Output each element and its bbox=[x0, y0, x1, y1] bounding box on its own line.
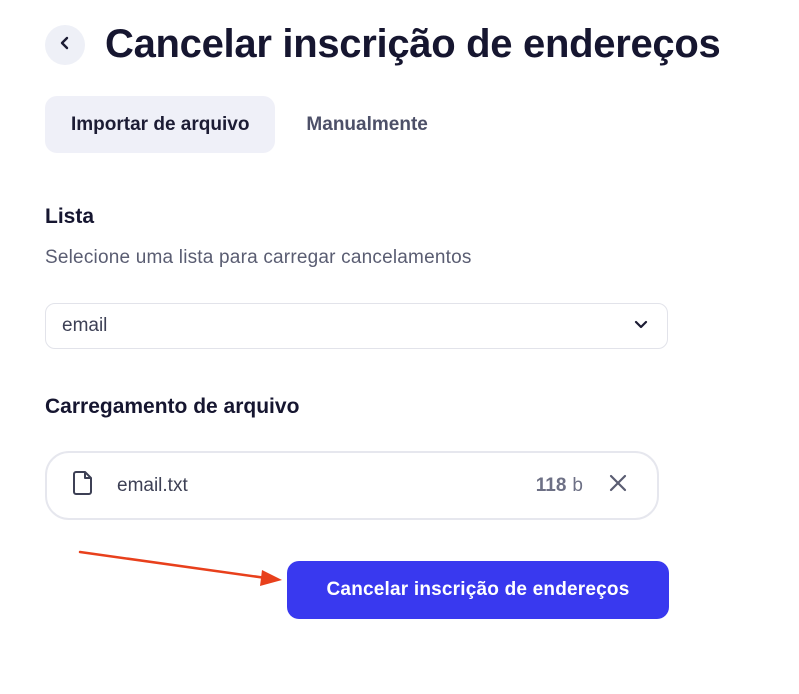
file-name: email.txt bbox=[117, 474, 188, 496]
back-button[interactable] bbox=[45, 25, 85, 65]
upload-section-title: Carregamento de arquivo bbox=[45, 395, 300, 418]
list-section-description: Selecione uma lista para carregar cancel… bbox=[45, 247, 472, 268]
chevron-down-icon bbox=[633, 316, 649, 337]
file-size-unit: b bbox=[572, 474, 583, 496]
remove-file-button[interactable] bbox=[603, 471, 633, 501]
uploaded-file-card: email.txt 118 b bbox=[45, 451, 659, 520]
tab-import-file[interactable]: Importar de arquivo bbox=[45, 96, 276, 153]
tab-manual[interactable]: Manualmente bbox=[280, 96, 453, 153]
list-select-value: email bbox=[62, 315, 108, 336]
chevron-left-icon bbox=[58, 36, 72, 55]
file-icon bbox=[71, 470, 95, 501]
unsubscribe-addresses-button[interactable]: Cancelar inscrição de endereços bbox=[287, 561, 669, 619]
tab-bar: Importar de arquivo Manualmente bbox=[45, 96, 454, 153]
file-size: 118 b bbox=[536, 475, 583, 497]
page-title: Cancelar inscrição de endereços bbox=[105, 22, 721, 66]
file-size-value: 118 bbox=[535, 474, 567, 496]
close-icon bbox=[608, 473, 628, 498]
list-select[interactable]: email bbox=[45, 303, 668, 349]
list-section-title: Lista bbox=[45, 205, 95, 228]
